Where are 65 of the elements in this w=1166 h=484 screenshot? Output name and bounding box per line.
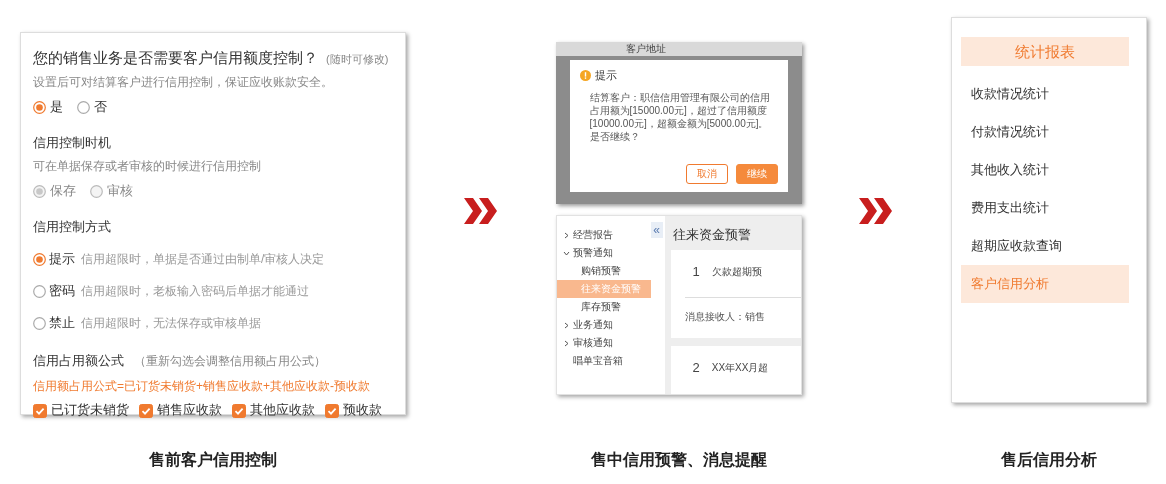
window-title: 客户地址 bbox=[555, 42, 802, 56]
radio-button[interactable] bbox=[33, 252, 46, 266]
checkbox-label: 其他应收款 bbox=[250, 402, 315, 419]
checkbox[interactable] bbox=[33, 403, 47, 418]
alert-title: XX年XX月超 bbox=[711, 360, 769, 375]
section-title: 信用占用额公式 bbox=[33, 352, 124, 370]
caption: 售后信用分析 bbox=[1000, 450, 1098, 470]
option-description: 信用超限时，单据是否通过由制单/审核人决定 bbox=[81, 250, 325, 268]
checkbox-label: 已订货未销货 bbox=[51, 402, 129, 419]
section-title: 信用控制时机 bbox=[33, 134, 112, 152]
checkbox[interactable] bbox=[139, 403, 153, 418]
collapse-button[interactable]: « bbox=[650, 222, 663, 238]
radio-label: 否 bbox=[94, 98, 107, 116]
radio-button[interactable] bbox=[77, 100, 90, 114]
radio-label: 审核 bbox=[107, 182, 133, 200]
alert-number: 1 bbox=[692, 264, 700, 279]
description: 可在单据保存或者审核的时候进行信用控制 bbox=[33, 158, 262, 175]
section-title: 信用控制方式 bbox=[33, 218, 112, 236]
dialog-title: 提示 bbox=[594, 68, 617, 83]
checkbox-label: 销售应收款 bbox=[157, 402, 222, 419]
menu-item[interactable]: 付款情况统计 bbox=[961, 113, 1129, 151]
warning-icon bbox=[579, 70, 591, 81]
description: 设置后可对结算客户进行信用控制，保证应收账款安全。 bbox=[33, 74, 334, 91]
radio-label: 密码 bbox=[49, 282, 75, 300]
tree-item[interactable]: 审核通知 bbox=[556, 334, 651, 352]
menu-item[interactable]: 其他收入统计 bbox=[961, 151, 1129, 189]
chevron-right-icon bbox=[562, 321, 570, 329]
radio-button[interactable] bbox=[33, 316, 46, 330]
checkbox-label: 预收款 bbox=[343, 402, 382, 419]
radio-label: 是 bbox=[50, 98, 63, 116]
tree-item[interactable]: 经营报告 bbox=[556, 226, 651, 244]
recipient-text: 消息接收人：销售 bbox=[684, 297, 801, 338]
question-title: 您的销售业务是否需要客户信用额度控制？ bbox=[33, 49, 318, 68]
formula-text: 信用额占用公式=已订货未销货+销售应收款+其他应收款-预收款 bbox=[33, 378, 372, 395]
chevron-right-icon bbox=[562, 339, 570, 347]
option-description: 信用超限时，无法保存或审核单据 bbox=[81, 314, 261, 332]
tree-item[interactable]: 预警通知 bbox=[556, 244, 651, 262]
checkbox[interactable] bbox=[325, 403, 339, 418]
double-chevron-icon bbox=[463, 198, 498, 224]
menu-header: 统计报表 bbox=[961, 37, 1129, 66]
question-note: (随时可修改) bbox=[326, 52, 389, 67]
tree-item[interactable]: 购销预警 bbox=[556, 262, 651, 280]
dialog-message: 结算客户：职信信用管理有限公司的信用占用额为[15000.00元]，超过了信用额度[10000.00元]，超额金额为[5000.00元]。是否继续？ bbox=[589, 91, 771, 143]
alert-title: 欠款超期预 bbox=[711, 264, 762, 279]
menu-item[interactable]: 费用支出统计 bbox=[961, 189, 1129, 227]
chevron-down-icon bbox=[562, 249, 570, 257]
option-description: 信用超限时，老板输入密码后单据才能通过 bbox=[81, 282, 309, 300]
menu-item[interactable]: 超期应收款查询 bbox=[961, 227, 1129, 265]
caption: 售中信用预警、消息提醒 bbox=[589, 450, 768, 470]
checkbox[interactable] bbox=[232, 403, 246, 418]
radio-label: 提示 bbox=[49, 250, 75, 268]
panel-title: 往来资金预警 bbox=[671, 226, 752, 244]
caption: 售前客户信用控制 bbox=[148, 450, 278, 470]
chevron-right-icon bbox=[562, 231, 570, 239]
alert-number: 2 bbox=[692, 360, 700, 375]
radio-button[interactable] bbox=[33, 284, 46, 298]
tree-item[interactable]: 业务通知 bbox=[556, 316, 651, 334]
tree-item[interactable]: 唱单宝音箱 bbox=[556, 352, 651, 370]
double-chevron-icon bbox=[859, 198, 894, 224]
section-note: （重新勾选会调整信用额占用公式） bbox=[134, 353, 326, 370]
radio-label: 保存 bbox=[50, 182, 76, 200]
menu-item[interactable]: 收款情况统计 bbox=[961, 75, 1129, 113]
tree-item[interactable]: 库存预警 bbox=[556, 298, 651, 316]
radio-label: 禁止 bbox=[49, 314, 75, 332]
radio-button[interactable] bbox=[33, 100, 46, 114]
